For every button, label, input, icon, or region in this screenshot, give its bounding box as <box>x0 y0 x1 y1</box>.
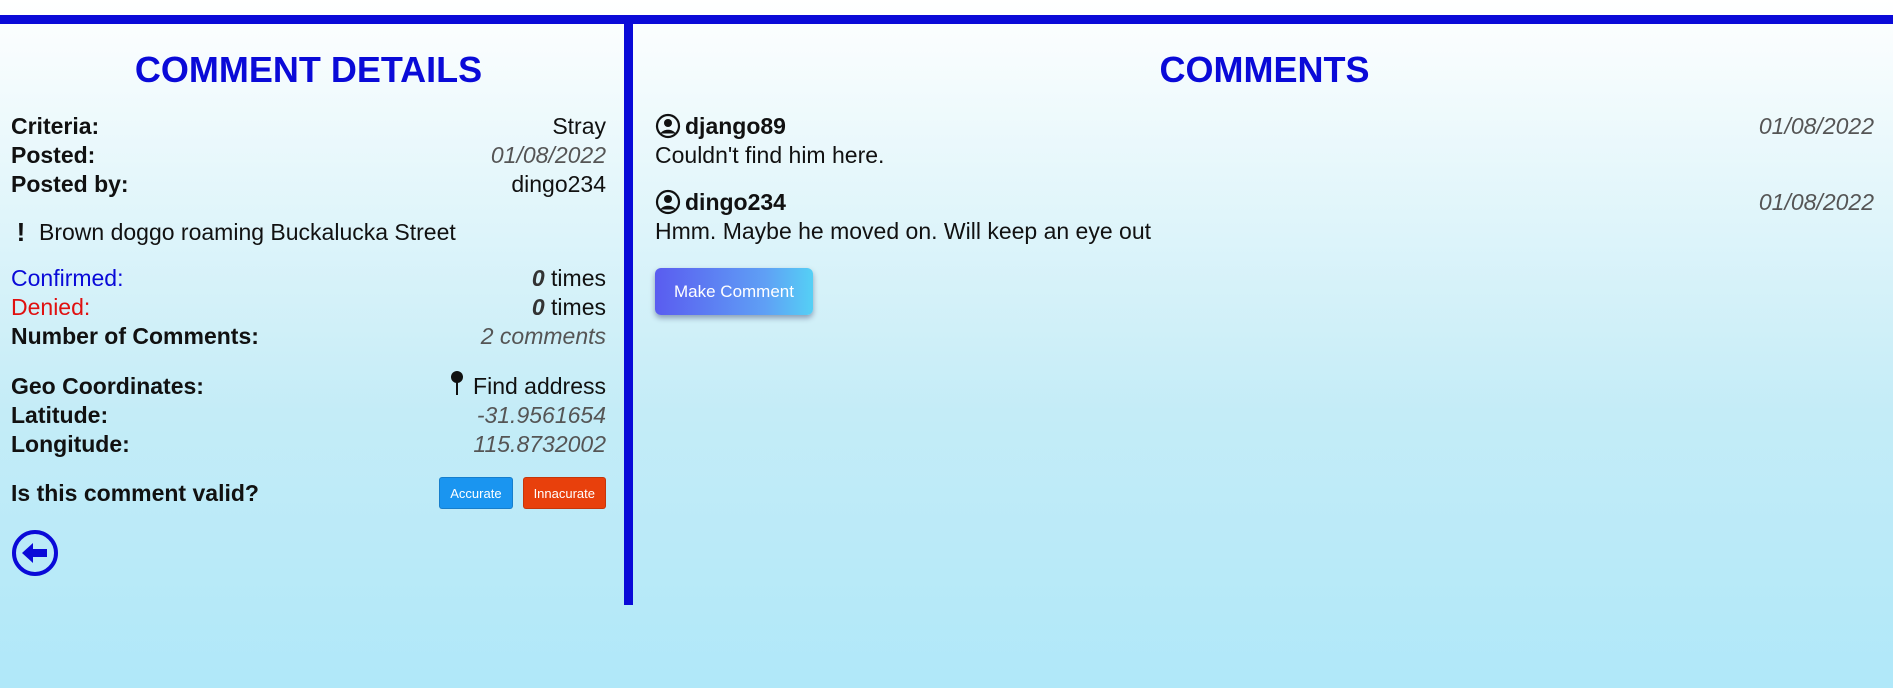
posted-label: Posted: <box>11 142 96 168</box>
confirmed-row: Confirmed: 0 times <box>11 264 606 293</box>
longitude-row: Longitude: 115.8732002 <box>11 430 606 459</box>
find-address-text: Find address <box>473 373 606 399</box>
comments-title: COMMENTS <box>1159 49 1370 90</box>
denied-count: 0 <box>531 294 545 320</box>
comment-author: django89 <box>655 112 786 140</box>
posted-value: 01/08/2022 <box>490 142 606 168</box>
note-text: Brown doggo roaming Buckalucka Street <box>39 219 456 245</box>
num-comments-row: Number of Comments: 2 comments <box>11 322 606 351</box>
validity-buttons: Accurate Innacurate <box>439 477 606 509</box>
criteria-value: Stray <box>552 113 606 139</box>
map-pin-icon <box>447 371 467 397</box>
comment-header: django89 01/08/2022 <box>655 112 1874 140</box>
geo-row: Geo Coordinates: Find address <box>11 371 606 401</box>
comments-panel: COMMENTS django89 01/08/2022 Couldn't fi… <box>655 24 1874 315</box>
posted-by-value: dingo234 <box>511 171 606 197</box>
geo-label: Geo Coordinates: <box>11 373 204 399</box>
comment-date: 01/08/2022 <box>1758 113 1874 139</box>
confirmed-value: 0 times <box>532 264 606 293</box>
exclamation-icon: ! <box>16 217 26 247</box>
confirmed-unit: times <box>551 265 606 291</box>
denied-unit: times <box>551 294 606 320</box>
criteria-label: Criteria: <box>11 113 100 139</box>
comment-list: django89 01/08/2022 Couldn't find him he… <box>655 112 1874 315</box>
user-circle-icon <box>655 189 681 215</box>
latitude-label: Latitude: <box>11 402 109 428</box>
comment-details-title: COMMENT DETAILS <box>134 49 483 90</box>
comment-item: django89 01/08/2022 Couldn't find him he… <box>655 112 1874 170</box>
criteria-row: Criteria: Stray <box>11 112 606 141</box>
top-bar <box>0 15 1893 24</box>
denied-label: Denied: <box>11 294 91 320</box>
num-comments-label: Number of Comments: <box>11 323 259 349</box>
comment-date: 01/08/2022 <box>1758 189 1874 215</box>
comment-details-panel: COMMENT DETAILS Criteria: Stray Posted: … <box>11 24 606 577</box>
posted-by-label: Posted by: <box>11 171 129 197</box>
comment-note: ! Brown doggo roaming Buckalucka Street <box>11 217 606 248</box>
latitude-row: Latitude: -31.9561654 <box>11 401 606 430</box>
comment-text: Hmm. Maybe he moved on. Will keep an eye… <box>655 218 1152 244</box>
posted-row: Posted: 01/08/2022 <box>11 141 606 170</box>
denied-row: Denied: 0 times <box>11 293 606 322</box>
comment-username: dingo234 <box>685 189 786 215</box>
comment-item: dingo234 01/08/2022 Hmm. Maybe he moved … <box>655 188 1874 246</box>
comment-text: Couldn't find him here. <box>655 142 885 168</box>
validity-row: Is this comment valid? Accurate Innacura… <box>11 477 606 509</box>
make-comment-button[interactable]: Make Comment <box>655 268 813 315</box>
accurate-button[interactable]: Accurate <box>439 477 513 509</box>
posted-by-row: Posted by: dingo234 <box>11 170 606 199</box>
confirmed-count: 0 <box>531 265 545 291</box>
comment-username: django89 <box>685 113 786 139</box>
inaccurate-button[interactable]: Innacurate <box>522 477 606 509</box>
user-circle-icon <box>655 113 681 139</box>
validity-question: Is this comment valid? <box>11 479 259 506</box>
panel-divider <box>624 24 633 605</box>
comment-header: dingo234 01/08/2022 <box>655 188 1874 216</box>
find-address-link[interactable]: Find address <box>447 371 606 401</box>
back-arrow-icon[interactable] <box>11 529 59 577</box>
latitude-value: -31.9561654 <box>476 402 606 428</box>
comment-author: dingo234 <box>655 188 786 216</box>
confirmed-label: Confirmed: <box>11 265 124 291</box>
denied-value: 0 times <box>532 293 606 322</box>
longitude-label: Longitude: <box>11 431 130 457</box>
num-comments-value: 2 comments <box>480 323 606 349</box>
longitude-value: 115.8732002 <box>473 431 606 457</box>
